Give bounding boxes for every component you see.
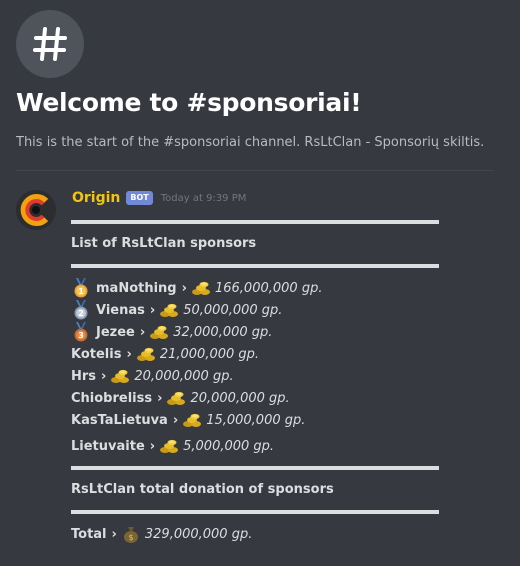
coins-icon: [160, 303, 179, 317]
arrow: ›: [149, 302, 156, 318]
svg-text:$: $: [128, 533, 133, 542]
sponsor-row: Chiobreliss › 20,000,000 gp.: [71, 388, 290, 408]
bronze-medal-icon: 3: [74, 322, 88, 342]
coins-icon: [136, 347, 155, 361]
sponsor-name: Chiobreliss: [71, 390, 153, 406]
total-row: Total › $ 329,000,000 gp.: [71, 524, 252, 544]
timestamp[interactable]: Today at 9:39 PM: [161, 193, 247, 204]
sponsor-row: 2 Vienas › 50,000,000 gp.: [71, 300, 282, 320]
money-bag-icon: $: [123, 527, 138, 543]
sponsor-row: Kotelis › 21,000,000 gp.: [71, 344, 259, 364]
hash-icon: [33, 27, 67, 61]
arrow: ›: [101, 368, 107, 384]
sponsor-name: Vienas: [96, 302, 145, 318]
sponsor-row: 1 maNothing › 166,000,000 gp.: [71, 278, 322, 298]
sponsor-amount: 15,000,000 gp.: [206, 412, 306, 428]
total-amount: 329,000,000 gp.: [144, 526, 253, 542]
gold-medal-icon: 1: [74, 278, 88, 298]
arrow: ›: [139, 324, 146, 340]
rule-list: [71, 264, 439, 268]
arrow: ›: [111, 526, 117, 542]
bot-avatar[interactable]: [16, 190, 56, 230]
sponsor-name: Hrs: [71, 368, 97, 384]
channel-description: This is the start of the #sponsoriai cha…: [16, 135, 485, 150]
sponsor-name: maNothing: [96, 280, 177, 296]
coins-icon: [183, 413, 202, 427]
message-header: Origin BOT Today at 9:39 PM: [72, 190, 246, 206]
arrow: ›: [172, 412, 179, 428]
total-label: Total: [71, 526, 107, 542]
sponsor-amount: 5,000,000 gp.: [183, 438, 275, 454]
sponsor-amount: 166,000,000 gp.: [214, 280, 323, 296]
sponsor-name: Jezee: [96, 324, 135, 340]
arrow: ›: [149, 438, 156, 454]
sponsor-name: KasTaLietuva: [71, 412, 168, 428]
coins-icon: [111, 369, 130, 383]
origin-logo-icon: [16, 190, 56, 230]
coins-icon: [191, 281, 210, 295]
coins-icon: [167, 391, 186, 405]
sponsor-amount: 20,000,000 gp.: [134, 368, 234, 384]
sponsor-row: Lietuvaite › 5,000,000 gp.: [71, 436, 274, 456]
arrow: ›: [181, 280, 187, 296]
sponsor-amount: 20,000,000 gp.: [190, 390, 290, 406]
sponsor-row: KasTaLietuva › 15,000,000 gp.: [71, 410, 305, 430]
arrow: ›: [126, 346, 132, 362]
sponsor-amount: 50,000,000 gp.: [183, 302, 283, 318]
list-title: List of RsLtClan sponsors: [71, 236, 257, 251]
svg-text:2: 2: [78, 309, 84, 318]
rule-top: [71, 220, 439, 224]
svg-text:1: 1: [78, 287, 84, 296]
channel-hash-icon: [16, 10, 84, 78]
author-name[interactable]: Origin: [72, 190, 120, 206]
sponsor-amount: 32,000,000 gp.: [173, 324, 273, 340]
rule-total-bottom: [71, 510, 439, 514]
welcome-title: Welcome to #sponsoriai!: [16, 88, 362, 117]
sponsor-name: Kotelis: [71, 346, 122, 362]
sponsor-row: Hrs › 20,000,000 gp.: [71, 366, 234, 386]
sponsor-name: Lietuvaite: [71, 438, 145, 454]
divider: [16, 170, 494, 171]
rule-total-top: [71, 466, 439, 470]
arrow: ›: [157, 390, 163, 406]
svg-text:3: 3: [78, 331, 84, 340]
coins-icon: [160, 439, 179, 453]
silver-medal-icon: 2: [74, 300, 88, 320]
total-title: RsLtClan total donation of sponsors: [71, 482, 334, 497]
bot-tag: BOT: [126, 191, 153, 205]
coins-icon: [150, 325, 169, 339]
sponsor-amount: 21,000,000 gp.: [159, 346, 260, 362]
sponsor-row: 3 Jezee › 32,000,000 gp.: [71, 322, 272, 342]
